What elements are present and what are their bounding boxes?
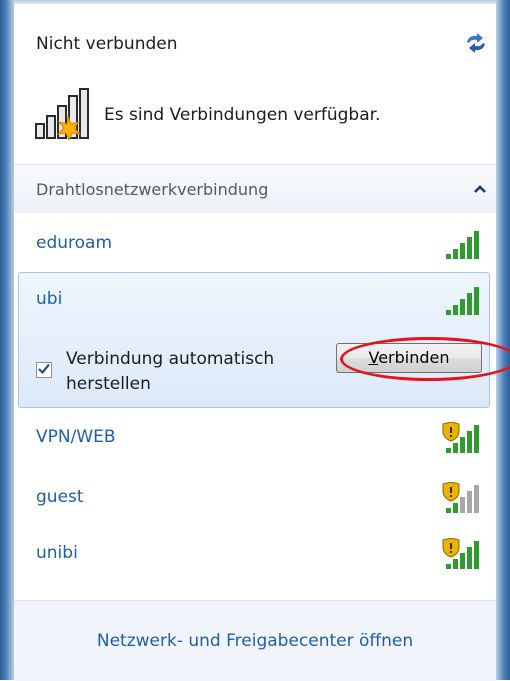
connect-button[interactable]: Verbinden (336, 343, 482, 373)
signal-strength-icon (446, 287, 479, 315)
secured-signal-strength-icon (442, 482, 479, 513)
connect-button-mnemonic: V (368, 348, 379, 367)
connection-status-title: Nicht verbunden (36, 34, 178, 54)
auto-connect-checkbox[interactable] (36, 362, 52, 378)
network-name: guest (36, 487, 84, 507)
window-frame-right (496, 0, 510, 680)
network-item-unibi[interactable]: unibi (20, 528, 490, 580)
secured-signal-strength-icon (442, 422, 479, 453)
flyout-footer: Netzwerk- und Freigabecenter öffnen (14, 600, 496, 681)
window-frame-left (0, 0, 14, 680)
wireless-networks-flyout: Nicht verbunden Es sind Verbindungen ver… (14, 4, 510, 681)
signal-strength-icon (446, 231, 479, 259)
chevron-up-icon[interactable] (472, 182, 488, 196)
network-name: VPN/WEB (36, 427, 116, 447)
network-name: unibi (36, 543, 78, 563)
network-name: eduroam (36, 233, 113, 253)
secured-signal-strength-icon (442, 538, 479, 569)
auto-connect-label: Verbindung automatisch herstellen (66, 349, 275, 394)
network-item-guest[interactable]: guest (20, 472, 490, 524)
network-item-vpn-web[interactable]: VPN/WEB (20, 412, 490, 464)
connect-button-label: erbinden (378, 348, 450, 367)
refresh-arrows-icon[interactable] (464, 32, 488, 54)
network-sharing-center-link[interactable]: Netzwerk- und Freigabecenter öffnen (14, 631, 496, 651)
connections-available-text: Es sind Verbindungen verfügbar. (104, 105, 381, 125)
network-item-ubi[interactable]: ubi (20, 274, 490, 326)
checkmark-icon (38, 363, 50, 375)
network-name: ubi (36, 289, 63, 309)
network-item-eduroam[interactable]: eduroam (20, 218, 490, 270)
signal-bars-star-icon (35, 88, 89, 140)
wireless-section-title: Drahtlosnetzwerkverbindung (36, 180, 269, 199)
